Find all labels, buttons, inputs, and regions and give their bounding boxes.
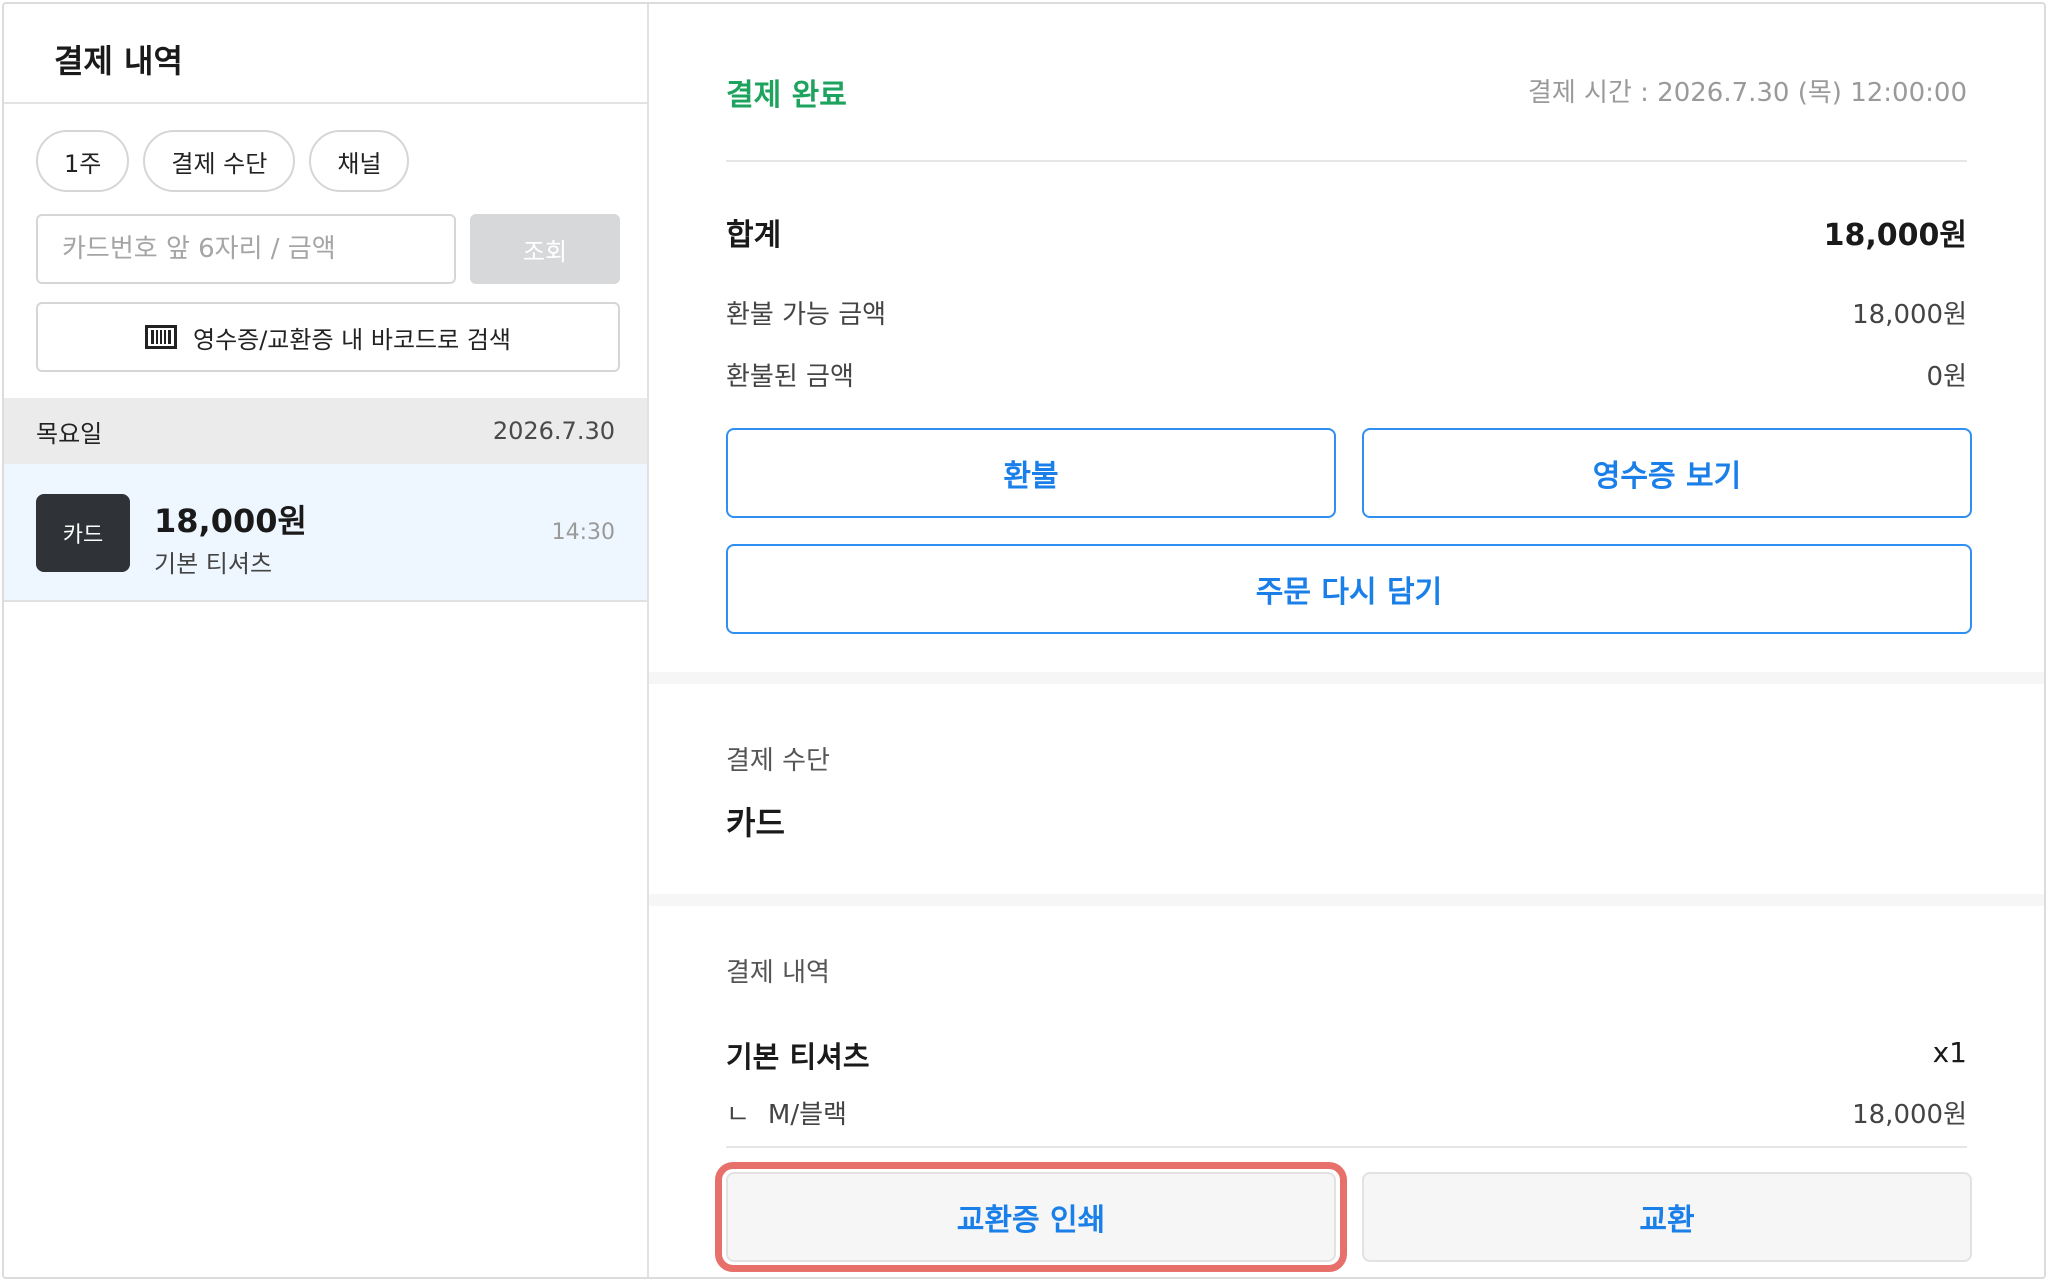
- transaction-list-item[interactable]: 카드 18,000원 기본 티셔츠 14:30: [4, 464, 647, 602]
- option-prefix: ㄴ: [726, 1100, 750, 1130]
- barcode-icon: [144, 325, 177, 349]
- search-row: 조회: [36, 214, 620, 284]
- item-option: ㄴ M/블랙: [726, 1094, 847, 1131]
- filter-chips: 1주 결제 수단 채널: [36, 130, 410, 192]
- refunded-value: 0원: [1926, 362, 1967, 392]
- payment-detail-panel: 결제 완료 결제 시간 : 2026.7.30 (목) 12:00:00 합계 …: [649, 4, 2044, 1277]
- refunded-label: 환불된 금액: [726, 362, 854, 392]
- panel-header: 결제 내역: [4, 4, 647, 104]
- item-price: 18,000원: [1852, 1100, 1967, 1130]
- view-receipt-button[interactable]: 영수증 보기: [1362, 428, 1972, 518]
- group-weekday: 목요일: [36, 419, 103, 448]
- reorder-button[interactable]: 주문 다시 담기: [726, 544, 1972, 634]
- app-window: 결제 내역 1주 결제 수단 채널 조회 영수증/교환증 내 바코드로 검색 목…: [2, 2, 2046, 1279]
- search-button[interactable]: 조회: [470, 214, 620, 284]
- filter-channel-chip[interactable]: 채널: [309, 130, 410, 192]
- group-date: 2026.7.30: [492, 417, 615, 445]
- payment-status: 결제 완료: [726, 78, 847, 113]
- payment-method-section: 결제 수단 카드: [649, 684, 2044, 894]
- refundable-value: 18,000원: [1852, 300, 1967, 330]
- order-items-section: 결제 내역 기본 티셔츠 x1 ㄴ M/블랙 18,000원 교환증 인쇄 교환: [649, 906, 2044, 1277]
- refund-button[interactable]: 환불: [726, 428, 1336, 518]
- payment-method-label: 결제 수단: [726, 746, 830, 776]
- item-name: 기본 티셔츠: [726, 1040, 870, 1074]
- filter-period-chip[interactable]: 1주: [36, 130, 130, 192]
- transaction-amount: 18,000원: [154, 502, 307, 540]
- barcode-search-button[interactable]: 영수증/교환증 내 바코드로 검색: [36, 302, 620, 372]
- payment-summary-section: 결제 완료 결제 시간 : 2026.7.30 (목) 12:00:00 합계 …: [649, 4, 2044, 672]
- transaction-time: 14:30: [551, 520, 615, 545]
- payment-method-value: 카드: [726, 804, 785, 842]
- total-label: 합계: [726, 218, 782, 253]
- divider: [726, 160, 1967, 162]
- option-value: M/블랙: [767, 1100, 847, 1130]
- payment-method-badge: 카드: [36, 494, 130, 572]
- barcode-search-label: 영수증/교환증 내 바코드로 검색: [192, 325, 511, 354]
- order-history-label: 결제 내역: [726, 958, 830, 988]
- panel-title: 결제 내역: [54, 42, 183, 80]
- date-group-header: 목요일 2026.7.30: [4, 398, 647, 464]
- payment-history-panel: 결제 내역 1주 결제 수단 채널 조회 영수증/교환증 내 바코드로 검색 목…: [4, 4, 649, 1277]
- search-input[interactable]: [36, 214, 456, 284]
- filter-payment-method-chip[interactable]: 결제 수단: [143, 130, 296, 192]
- payment-time: 결제 시간 : 2026.7.30 (목) 12:00:00: [1527, 78, 1967, 108]
- refundable-label: 환불 가능 금액: [726, 300, 887, 330]
- item-quantity: x1: [1932, 1036, 1967, 1069]
- transaction-item-name: 기본 티셔츠: [154, 550, 273, 578]
- divider: [726, 1146, 1967, 1148]
- exchange-button[interactable]: 교환: [1362, 1172, 1972, 1262]
- total-value: 18,000원: [1823, 218, 1967, 253]
- highlight-box: [715, 1162, 1347, 1272]
